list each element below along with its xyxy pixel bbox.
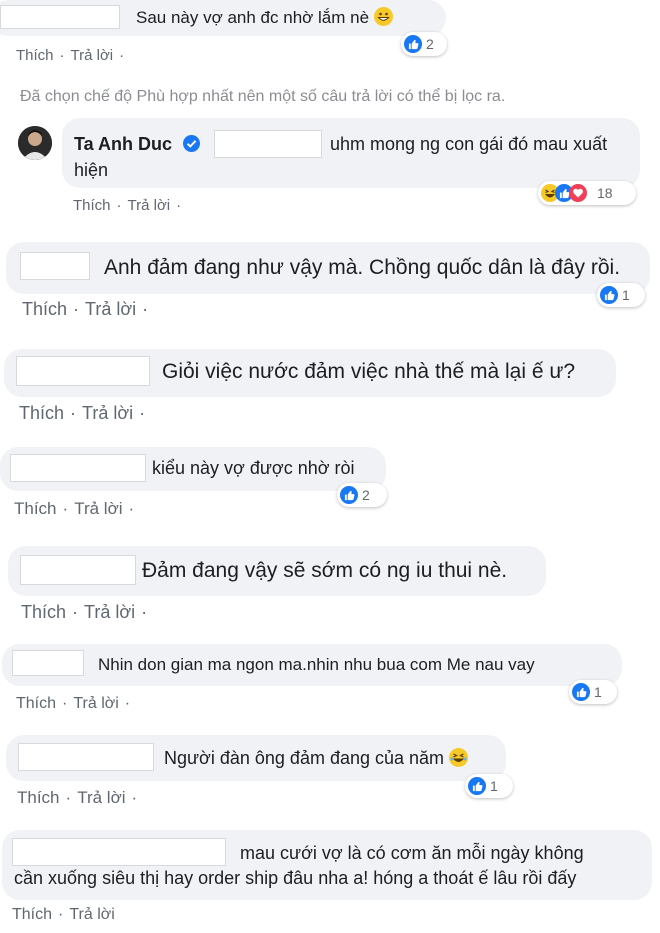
reaction-summary[interactable]: 1 [465,774,513,798]
reaction-summary[interactable]: 2 [337,483,387,507]
comment-actions: Thích · Trả lời · [16,47,125,64]
redacted-author-name [12,650,84,676]
comment-actions: Thích · Trả lời · [17,788,138,807]
comment-actions: Thích · Trả lời · [14,499,135,518]
comment-actions: Thích · Trả lời · [19,403,146,423]
reply-link[interactable]: Trả lời [82,403,133,423]
comment-actions: Thích · Trả lời · [16,695,131,712]
comment-text-line1: mau cưới vợ là có cơm ăn mỗi ngày không [240,843,584,863]
comment-actions: Thích · Trả lời · [21,602,148,622]
comment-text: Sau này vợ anh đc nhờ lắm nè [136,7,393,28]
like-link[interactable]: Thích [12,906,52,923]
like-link[interactable]: Thích [16,47,54,64]
like-link[interactable]: Thích [19,403,64,423]
like-link[interactable]: Thích [73,197,111,214]
comment-text: Anh đảm đang như vậy mà. Chồng quốc dân … [104,256,621,279]
like-icon [572,683,590,701]
grin-emoji-icon [373,7,393,26]
avatar[interactable] [18,126,52,160]
redacted-author-name [20,252,90,280]
comment-text: Giỏi việc nước đảm việc nhà thế mà lại ế… [162,360,576,383]
reply-link[interactable]: Trả lời [74,499,122,518]
filter-notice: Đã chọn chế độ Phù hợp nhất nên một số c… [20,88,506,105]
comment-text: Đảm đang vậy sẽ sớm có ng iu thui nè. [142,559,508,582]
redacted-author-name [12,838,226,866]
like-icon [340,486,358,504]
comment-text-line2: cần xuống siêu thị hay order ship đâu nh… [14,868,577,888]
redacted-author-name [18,743,154,771]
reply-link[interactable]: Trả lời [84,602,135,622]
like-icon [468,777,486,795]
reply-link[interactable]: Trả lời [128,197,171,214]
comment-text: kiểu này vợ được nhờ ròi [152,458,355,478]
like-link[interactable]: Thích [22,299,67,319]
comment-actions: Thích · Trả lời [12,906,115,923]
like-icon [404,35,422,53]
verified-badge-icon [183,135,201,152]
reply-link[interactable]: Trả lời [69,906,114,923]
comment-actions: Thích · Trả lời · [22,299,149,319]
comment-actions: Thích · Trả lời · [73,197,182,214]
love-icon [569,184,587,202]
reply-author[interactable]: Ta Anh Duc [74,134,201,155]
like-link[interactable]: Thích [21,602,66,622]
reply-link[interactable]: Trả lời [77,788,125,807]
redacted-author-name [20,555,136,585]
redacted-author-name [10,454,146,482]
reaction-summary[interactable]: 1 [569,680,617,704]
like-icon [600,286,618,304]
like-link[interactable]: Thích [17,788,60,807]
reply-link[interactable]: Trả lời [73,695,118,712]
comment-text: Người đàn ông đảm đang của năm [164,748,469,769]
reply-text-line2: hiện [74,160,109,180]
laughing-emoji-icon [449,748,469,767]
reply-link[interactable]: Trả lời [71,47,114,64]
comment-text: Nhin don gian ma ngon ma.nhin nhu bua co… [98,655,535,674]
reply-text-line1: uhm mong ng con gái đó mau xuất [330,134,608,154]
reaction-summary[interactable]: 18 [538,181,636,205]
reply-link[interactable]: Trả lời [85,299,136,319]
redacted-author-name [16,356,150,386]
reaction-summary[interactable]: 1 [597,283,645,307]
like-link[interactable]: Thích [16,695,56,712]
redacted-name [214,130,322,158]
redacted-author-name [0,5,120,29]
like-link[interactable]: Thích [14,499,57,518]
reaction-summary[interactable]: 2 [401,32,447,56]
